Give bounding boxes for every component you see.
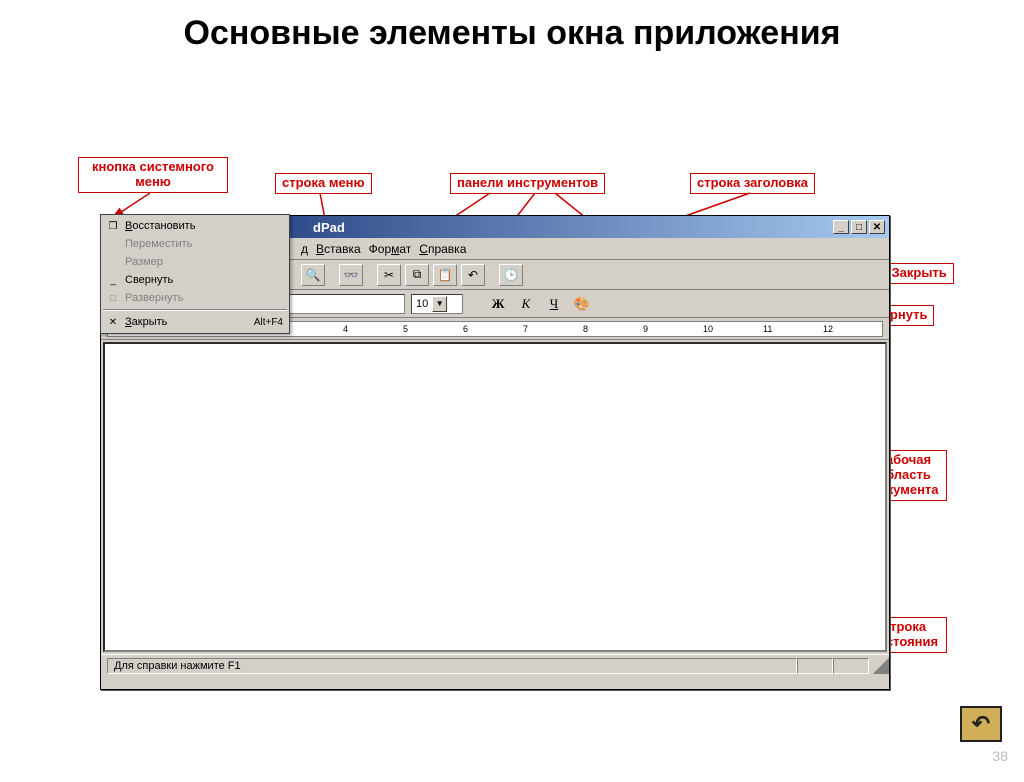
palette-icon: 🎨 [574,296,590,312]
close-icon: ✕ [873,222,881,233]
datetime-icon: 🕒 [504,268,519,282]
minimize-button[interactable]: _ [833,220,849,234]
system-menu: ❐ ВВосстановитьосстановить Переместить Р… [100,214,290,334]
underline-button[interactable]: Ч [543,294,565,314]
sysmenu-close[interactable]: ✕ Закрыть Alt+F4 [101,313,289,331]
restore-icon: ❐ [105,221,121,232]
chevron-down-icon: ▼ [436,299,444,308]
undo-button[interactable]: ↶ [461,264,485,286]
status-bar: Для справки нажмите F1 [101,654,889,676]
sysmenu-size: Размер [101,253,289,271]
paste-button[interactable]: 📋 [433,264,457,286]
page-number: 38 [992,748,1008,764]
maximize-icon: □ [856,222,862,233]
cut-button[interactable]: ✂ [377,264,401,286]
callout-menu-bar: строка меню [275,173,372,194]
clipboard-icon: 📋 [438,268,453,282]
copy-button[interactable]: ⧉ [405,264,429,286]
bold-button[interactable]: Ж [487,294,509,314]
print-preview-button[interactable]: 🔍 [301,264,325,286]
maximize-button[interactable]: □ [851,220,867,234]
minimize-icon: _ [838,222,844,233]
close-icon: ✕ [105,317,121,328]
color-button[interactable]: 🎨 [571,294,593,314]
undo-icon: ↶ [468,268,478,282]
status-pane-1 [797,658,833,674]
sysmenu-restore[interactable]: ❐ ВВосстановитьосстановить [101,217,289,235]
copy-icon: ⧉ [413,267,422,282]
magnifier-icon: 🔍 [306,268,321,282]
document-area[interactable] [103,342,887,652]
sysmenu-move: Переместить [101,235,289,253]
datetime-button[interactable]: 🕒 [499,264,523,286]
menu-partial[interactable]: д [301,242,308,256]
return-arrow-icon: ↶ [972,711,990,737]
status-text: Для справки нажмите F1 [107,658,797,674]
size-combo[interactable]: 10 ▼ [411,294,463,314]
slide-title: Основные элементы окна приложения [0,15,1024,52]
sysmenu-maximize: □ Развернуть [101,289,289,307]
binoculars-icon: 👓 [344,268,359,282]
size-combo-dropdown[interactable]: ▼ [432,296,447,312]
status-pane-2 [833,658,869,674]
minimize-icon: _ [105,275,121,286]
resize-grip-icon[interactable] [873,658,889,674]
menu-insert[interactable]: ВВставкаставка [316,242,361,256]
close-button[interactable]: ✕ [869,220,885,234]
sysmenu-minimize[interactable]: _ Свернуть [101,271,289,289]
italic-button[interactable]: К [515,294,537,314]
callout-system-menu-button: кнопка системногоменю [78,157,228,193]
size-combo-value: 10 [416,298,428,310]
callout-toolbars: панели инструментов [450,173,605,194]
callout-title-bar: строка заголовка [690,173,815,194]
menu-help[interactable]: Справка [419,242,466,256]
back-button[interactable]: ↶ [960,706,1002,742]
maximize-icon: □ [105,293,121,304]
menu-format[interactable]: Формат [369,242,412,256]
scissors-icon: ✂ [384,268,394,282]
find-button[interactable]: 👓 [339,264,363,286]
